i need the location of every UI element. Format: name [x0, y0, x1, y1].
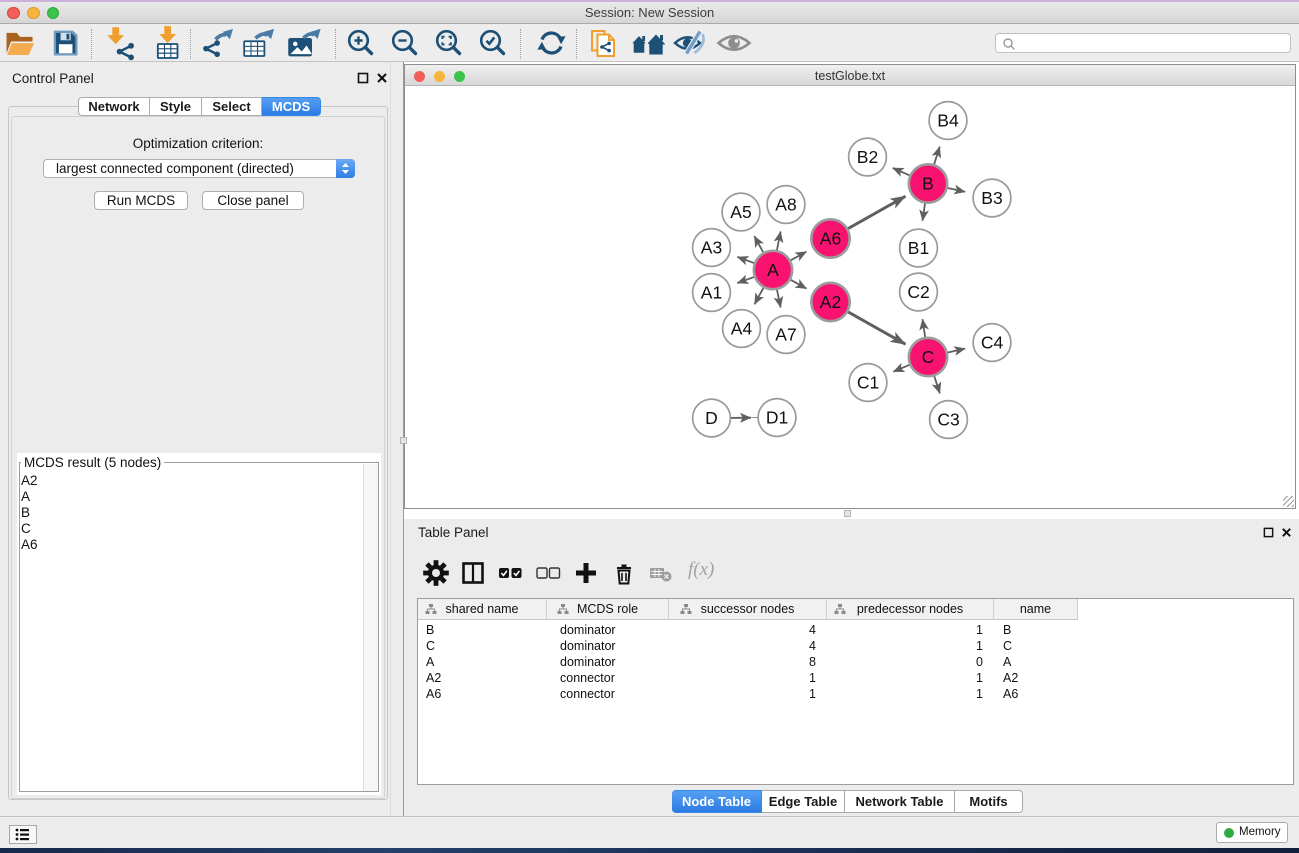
svg-text:A7: A7: [775, 325, 796, 345]
svg-text:A: A: [767, 260, 779, 280]
svg-text:D: D: [705, 408, 718, 428]
svg-text:C1: C1: [857, 373, 879, 393]
svg-text:A4: A4: [731, 319, 753, 339]
svg-text:B2: B2: [857, 147, 878, 167]
svg-text:A6: A6: [820, 229, 841, 249]
svg-text:D1: D1: [766, 408, 788, 428]
svg-text:C4: C4: [981, 333, 1004, 353]
svg-text:B3: B3: [981, 188, 1002, 208]
svg-text:A1: A1: [701, 283, 722, 303]
svg-text:C3: C3: [937, 410, 959, 430]
svg-text:A8: A8: [775, 195, 796, 215]
svg-text:C: C: [922, 347, 935, 367]
svg-text:B4: B4: [937, 111, 959, 131]
svg-text:A2: A2: [820, 292, 841, 312]
svg-text:B1: B1: [908, 238, 929, 258]
svg-text:A5: A5: [730, 202, 751, 222]
svg-text:B: B: [922, 174, 934, 194]
svg-text:A3: A3: [701, 238, 722, 258]
svg-text:C2: C2: [907, 282, 929, 302]
